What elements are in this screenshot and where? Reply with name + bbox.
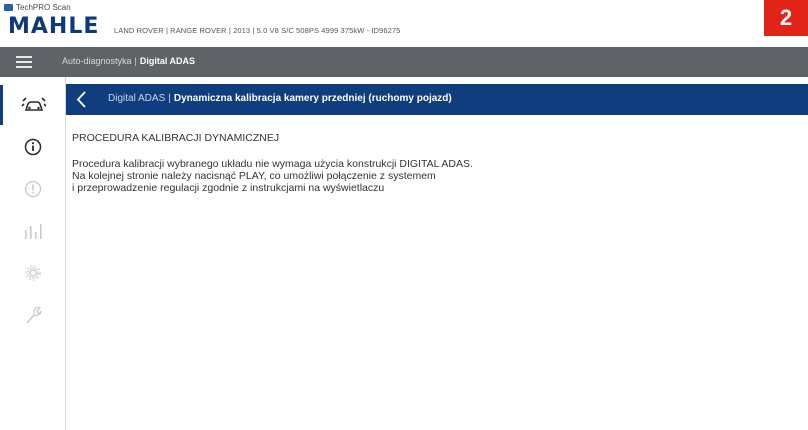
app-icon — [4, 4, 13, 11]
page-header: Digital ADAS | Dynamiczna kalibracja kamer… — [66, 84, 808, 115]
sidebar-item-info[interactable] — [0, 127, 65, 167]
instruction-line: Procedura kalibracji wybranego układu ni… — [72, 158, 473, 170]
sidebar-item-service[interactable] — [0, 295, 65, 335]
main-content: PROCEDURA KALIBRACJI DYNAMICZNEJ Procedu… — [72, 132, 772, 194]
page-title: Digital ADAS | Dynamiczna kalibracja kamer… — [108, 93, 452, 104]
instruction-line: Na kolejnej stronie należy nacisnąć PLAY… — [72, 170, 436, 182]
bar-chart-icon — [24, 224, 42, 239]
menu-icon[interactable] — [16, 56, 32, 68]
brand-logo: MAHLE — [8, 14, 100, 39]
breadcrumb-current: Digital ADAS — [139, 56, 196, 66]
procedure-heading: PROCEDURA KALIBRACJI DYNAMICZNEJ — [72, 132, 280, 144]
app-badge: TechPRO Scan — [4, 3, 71, 12]
breadcrumb-parent[interactable]: Auto-diagnostyka — [62, 56, 132, 66]
breadcrumb-separator: | — [134, 56, 137, 66]
breadcrumb: Auto-diagnostyka | Digital ADAS — [62, 56, 195, 66]
title-separator: | — [168, 93, 171, 104]
app-name: TechPRO Scan — [16, 3, 71, 12]
sidebar-item-data[interactable] — [0, 211, 65, 251]
car-sensor-icon — [21, 97, 47, 111]
page-title-text: Dynamiczna kalibracja kamery przedniej (… — [173, 93, 452, 104]
nav-bar: Auto-diagnostyka | Digital ADAS — [0, 47, 808, 77]
page-section: Digital ADAS — [108, 93, 166, 104]
figure-number-badge: 2 — [764, 0, 808, 36]
alert-icon — [24, 180, 41, 198]
sidebar-item-alerts[interactable] — [0, 169, 65, 209]
info-icon — [24, 138, 41, 156]
app-header: TechPRO Scan MAHLE LAND ROVER | RANGE RO… — [0, 0, 808, 48]
gear-icon — [24, 265, 41, 281]
instruction-line: i przeprowadzenie regulacji zgodnie z in… — [72, 182, 385, 194]
wrench-icon — [25, 306, 42, 324]
sidebar — [0, 77, 66, 430]
vehicle-info: LAND ROVER | RANGE ROVER | 2013 | 5.0 V8… — [114, 26, 401, 35]
sidebar-item-adas[interactable] — [0, 85, 65, 125]
back-arrow-icon[interactable] — [74, 90, 90, 109]
sidebar-item-settings[interactable] — [0, 253, 65, 293]
